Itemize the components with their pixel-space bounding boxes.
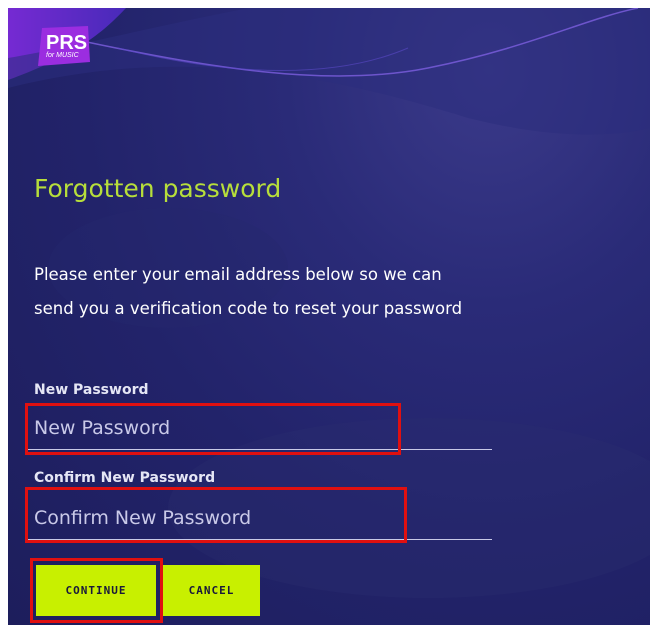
- page-description: Please enter your email address below so…: [34, 265, 463, 318]
- page-title: Forgotten password: [34, 174, 282, 203]
- logo-tagline: for MUSIC: [46, 52, 79, 59]
- continue-button[interactable]: CONTINUE: [36, 565, 156, 616]
- login-panel: PRS for MUSIC Forgotten password Please …: [8, 8, 650, 625]
- confirm-password-input[interactable]: [26, 496, 492, 540]
- new-password-label: New Password: [34, 382, 149, 398]
- confirm-password-label: Confirm New Password: [34, 470, 216, 486]
- cancel-button[interactable]: CANCEL: [163, 565, 260, 616]
- new-password-input[interactable]: [26, 406, 492, 450]
